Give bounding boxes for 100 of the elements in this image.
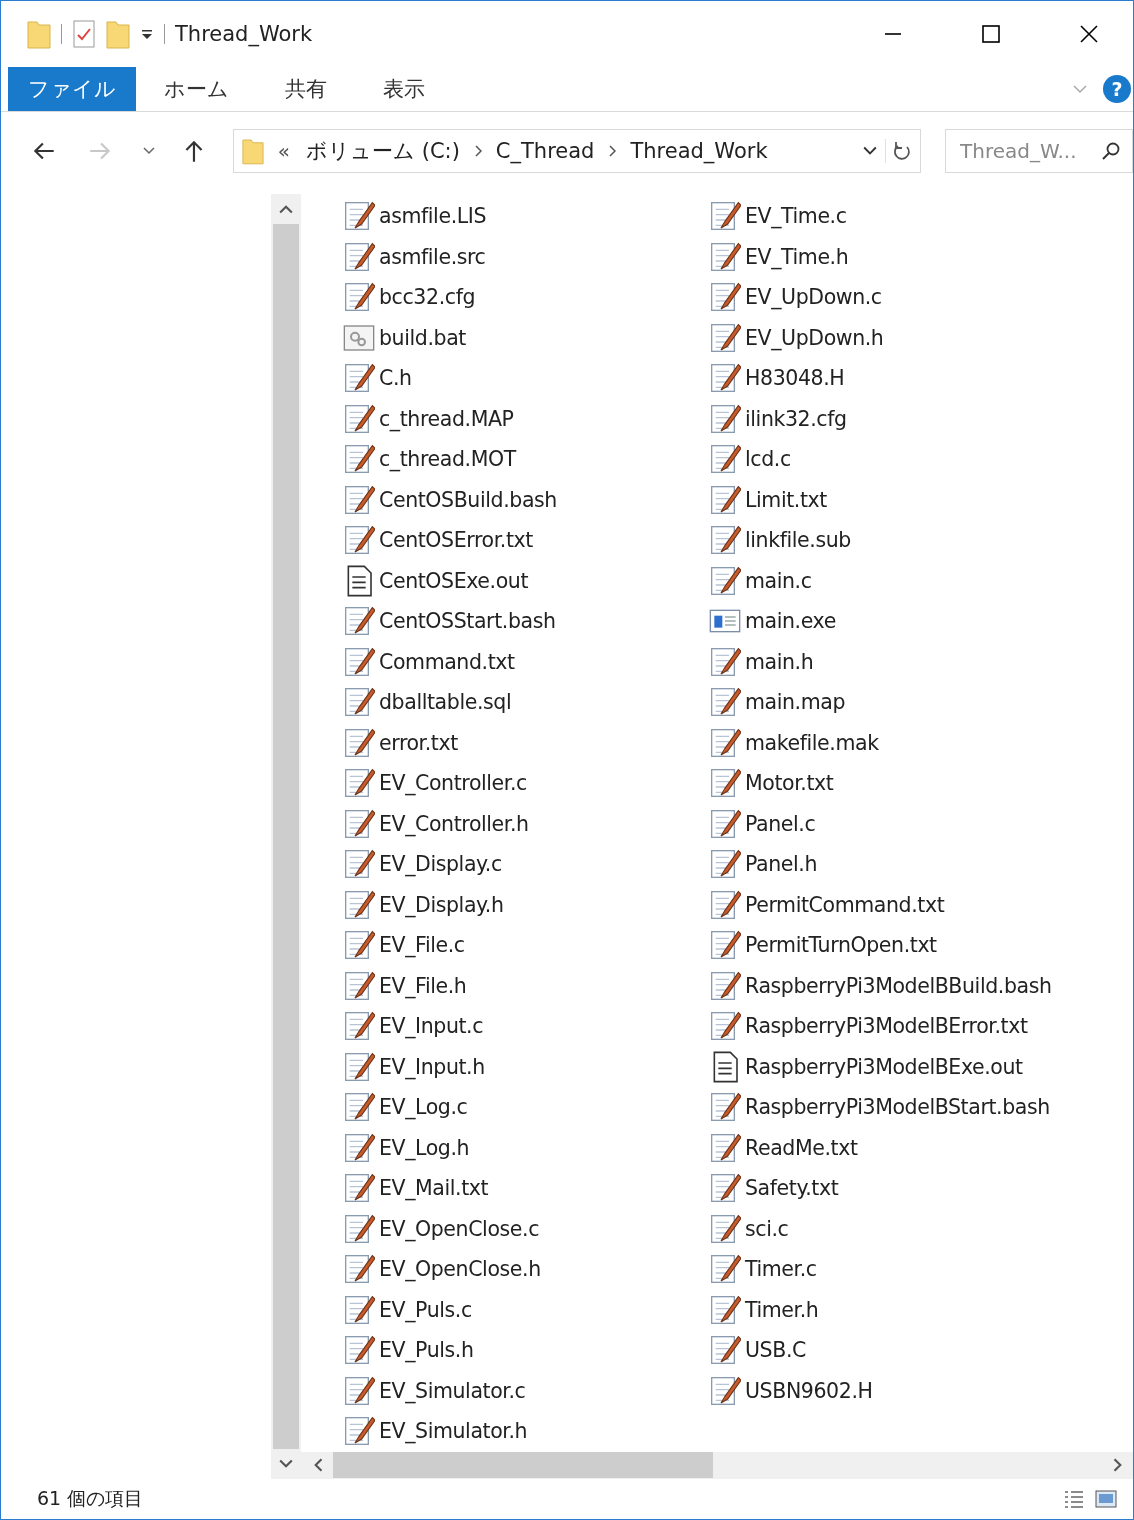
breadcrumb[interactable]: Thread_Work xyxy=(624,139,774,163)
file-name[interactable]: Command.txt xyxy=(379,649,515,674)
notepad-icon xyxy=(343,807,375,840)
notepad-icon xyxy=(709,564,741,597)
file-name[interactable]: CentOSError.txt xyxy=(379,528,533,553)
scroll-down-icon[interactable] xyxy=(279,1459,293,1469)
file-name[interactable]: EV_File.h xyxy=(379,973,467,998)
notepad-icon xyxy=(343,362,375,395)
file-name[interactable]: RaspberryPi3ModelBBuild.bash xyxy=(745,973,1052,998)
file-name[interactable]: Panel.h xyxy=(745,852,817,877)
file-name[interactable]: CentOSBuild.bash xyxy=(379,487,557,512)
file-name[interactable]: Timer.c xyxy=(745,1257,817,1282)
notepad-icon xyxy=(343,200,375,233)
file-name[interactable]: asmfile.src xyxy=(379,244,486,269)
overflow-marker[interactable]: « xyxy=(277,139,291,163)
file-name[interactable]: Motor.txt xyxy=(745,771,834,796)
file-name[interactable]: EV_UpDown.c xyxy=(745,285,882,310)
file-name[interactable]: EV_UpDown.h xyxy=(745,325,884,350)
file-name[interactable]: EV_OpenClose.c xyxy=(379,1216,539,1241)
notepad-icon xyxy=(709,362,741,395)
breadcrumb[interactable]: C_Thread xyxy=(489,139,601,163)
vertical-scrollbar[interactable] xyxy=(271,194,301,1479)
file-name[interactable]: EV_Input.h xyxy=(379,1054,485,1079)
file-name[interactable]: Timer.h xyxy=(745,1297,819,1322)
file-name[interactable]: main.h xyxy=(745,649,814,674)
checklist-icon[interactable] xyxy=(72,19,96,49)
ribbon-tab[interactable]: ファイル xyxy=(8,67,136,111)
file-name[interactable]: linkfile.sub xyxy=(745,528,851,553)
notepad-icon xyxy=(343,1010,375,1043)
file-name[interactable]: main.exe xyxy=(745,609,836,634)
file-name[interactable]: EV_Time.c xyxy=(745,204,847,229)
file-name[interactable]: Safety.txt xyxy=(745,1176,839,1201)
file-name[interactable]: EV_Simulator.h xyxy=(379,1419,528,1444)
file-name[interactable]: main.map xyxy=(745,690,846,715)
horizontal-scrollbar[interactable] xyxy=(301,1451,1133,1479)
file-name[interactable]: main.c xyxy=(745,568,812,593)
file-name[interactable]: EV_OpenClose.h xyxy=(379,1257,541,1282)
file-name[interactable]: makefile.mak xyxy=(745,730,879,755)
file-name[interactable]: EV_Log.c xyxy=(379,1095,468,1120)
file-name[interactable]: RaspberryPi3ModelBError.txt xyxy=(745,1014,1028,1039)
scrollbar-thumb[interactable] xyxy=(273,224,299,1449)
notepad-icon xyxy=(709,807,741,840)
chevron-down-icon[interactable] xyxy=(863,146,877,156)
file-name[interactable]: PermitCommand.txt xyxy=(745,892,945,917)
file-name[interactable]: lcd.c xyxy=(745,447,791,472)
file-name[interactable]: build.bat xyxy=(379,325,466,350)
file-name[interactable]: EV_Display.c xyxy=(379,852,502,877)
file-name[interactable]: sci.c xyxy=(745,1216,789,1241)
chevron-down-icon[interactable] xyxy=(142,147,155,155)
file-name[interactable]: CentOSStart.bash xyxy=(379,609,556,634)
dropdown-icon[interactable] xyxy=(140,27,154,41)
file-name[interactable]: RaspberryPi3ModelBStart.bash xyxy=(745,1095,1050,1120)
scrollbar-thumb[interactable] xyxy=(333,1452,713,1479)
file-name[interactable]: EV_Controller.c xyxy=(379,771,527,796)
refresh-icon[interactable] xyxy=(885,139,912,163)
file-name[interactable]: asmfile.LIS xyxy=(379,204,487,229)
file-name[interactable]: EV_Log.h xyxy=(379,1135,470,1160)
file-name[interactable]: CentOSExe.out xyxy=(379,568,529,593)
file-name[interactable]: PermitTurnOpen.txt xyxy=(745,933,937,958)
chevron-right-icon[interactable] xyxy=(473,145,482,157)
file-name[interactable]: EV_Simulator.c xyxy=(379,1378,526,1403)
address-bar[interactable]: « ボリューム (C:) C_Thread Thread_Work xyxy=(232,129,921,173)
notepad-icon xyxy=(343,1172,375,1205)
file-name[interactable]: USB.C xyxy=(745,1338,806,1363)
notepad-icon xyxy=(343,240,375,273)
breadcrumb[interactable]: ボリューム (C:) xyxy=(300,137,466,165)
notepad-icon xyxy=(709,1293,741,1326)
file-name[interactable]: Limit.txt xyxy=(745,487,827,512)
file-name[interactable]: error.txt xyxy=(379,730,458,755)
scroll-up-icon[interactable] xyxy=(279,204,293,214)
notepad-icon xyxy=(709,645,741,678)
large-icons-view-icon[interactable] xyxy=(1095,1489,1117,1509)
file-name[interactable]: EV_File.c xyxy=(379,933,465,958)
notepad-icon xyxy=(709,1131,741,1164)
scroll-right-icon[interactable] xyxy=(1113,1458,1123,1473)
file-name[interactable]: dballtable.sql xyxy=(379,690,512,715)
file-name[interactable]: EV_Puls.h xyxy=(379,1338,474,1363)
file-name[interactable]: EV_Time.h xyxy=(745,244,849,269)
file-name[interactable]: C.h xyxy=(379,366,412,391)
file-name[interactable]: ilink32.cfg xyxy=(745,406,847,431)
file-name[interactable]: EV_Display.h xyxy=(379,892,504,917)
search-field[interactable]: Thread_W... xyxy=(945,129,1133,173)
chevron-right-icon[interactable] xyxy=(608,145,617,157)
file-name[interactable]: c_thread.MOT xyxy=(379,447,516,472)
file-name[interactable]: RaspberryPi3ModelBExe.out xyxy=(745,1054,1023,1079)
file-name[interactable]: H83048.H xyxy=(745,366,845,391)
file-name[interactable]: EV_Controller.h xyxy=(379,811,529,836)
scroll-left-icon[interactable] xyxy=(313,1458,323,1473)
file-name[interactable]: EV_Mail.txt xyxy=(379,1176,489,1201)
file-name[interactable]: c_thread.MAP xyxy=(379,406,514,431)
file-name[interactable]: ReadMe.txt xyxy=(745,1135,858,1160)
notepad-icon xyxy=(709,443,741,476)
file-name[interactable]: EV_Puls.c xyxy=(379,1297,472,1322)
file-name[interactable]: EV_Input.c xyxy=(379,1014,484,1039)
file-name[interactable]: USBN9602.H xyxy=(745,1378,873,1403)
file-name[interactable]: Panel.c xyxy=(745,811,816,836)
notepad-icon xyxy=(709,686,741,719)
help-button[interactable]: ? xyxy=(1103,75,1131,103)
details-view-icon[interactable] xyxy=(1063,1489,1085,1509)
file-name[interactable]: bcc32.cfg xyxy=(379,285,476,310)
